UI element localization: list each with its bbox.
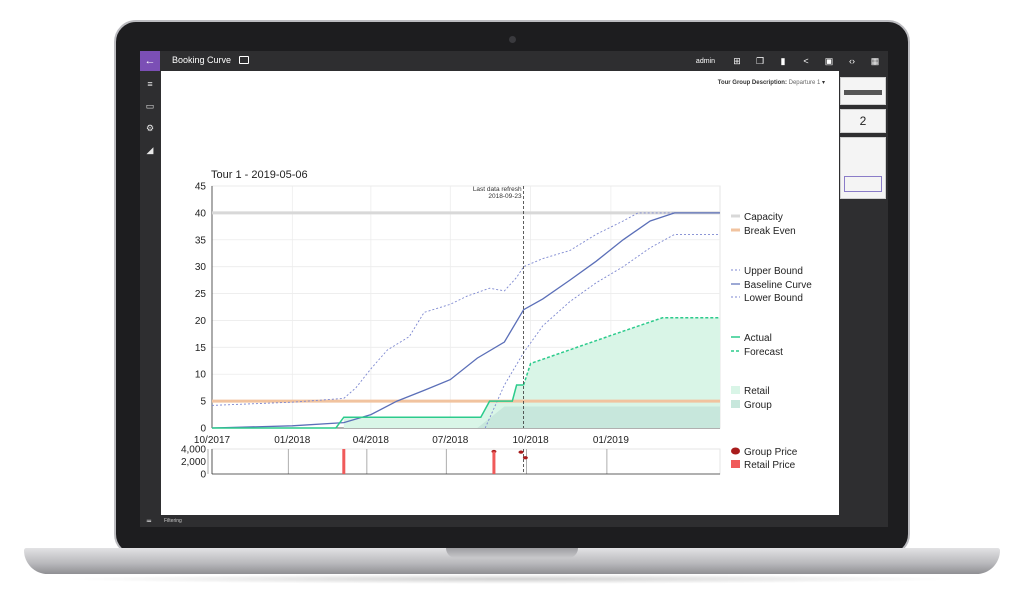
back-arrow-icon[interactable]: ←	[140, 51, 160, 71]
y-tick-label: 35	[195, 235, 207, 246]
legend-label-baseline-curve: Baseline Curve	[744, 280, 812, 291]
group-area	[477, 406, 720, 428]
camera-icon	[509, 36, 516, 43]
legend-swatch-retail-price	[731, 460, 740, 468]
app-screen: ← Booking Curve admin ⊞ ❐ ▮ < ▣ ‹› ▦ ≡ ▭…	[140, 51, 888, 527]
style-icon[interactable]: ◢	[145, 145, 155, 155]
retail-price-bar	[342, 449, 346, 474]
y-tick-label: 30	[195, 262, 207, 273]
filter-bar-label: Filtering	[164, 518, 182, 524]
legend-label-break-even: Break Even	[744, 226, 796, 237]
thumbnail-preview	[844, 176, 882, 192]
present-icon[interactable]: ▣	[824, 56, 834, 66]
booking-curve-chart: 05101520253035404510/2017 01/2018 04/2018 0…	[181, 182, 812, 481]
legend-label-capacity: Capacity	[744, 212, 783, 223]
user-name[interactable]: admin	[696, 58, 715, 65]
legend-label-forecast: Forecast	[744, 347, 783, 358]
laptop-shadow	[60, 574, 964, 584]
page-title: Booking Curve	[172, 55, 232, 65]
page-thumbnail-1[interactable]	[840, 77, 886, 105]
group-price-point	[518, 450, 524, 454]
toolbar: admin ⊞ ❐ ▮ < ▣ ‹› ▦	[696, 51, 880, 71]
left-rail: ≡ ▭ ⚙ ◢	[140, 71, 160, 515]
x-tick-label: 10/2018	[513, 435, 550, 446]
legend-swatch-group	[731, 400, 740, 408]
legend-label-upper-bound: Upper Bound	[744, 266, 803, 277]
group-price-point	[522, 456, 528, 460]
y-tick-label: 5	[200, 397, 206, 408]
x-tick-label: 01/2018	[274, 435, 311, 446]
thumbnail-preview	[844, 90, 882, 95]
dashboard-canvas: Tour Group Description: Departure 1 ▾ To…	[161, 71, 839, 515]
legend-label-retail-price: Retail Price	[744, 460, 796, 471]
page-thumbnails: 2	[839, 71, 888, 515]
x-tick-label: 04/2018	[353, 435, 390, 446]
legend-swatch-group-price	[731, 447, 740, 455]
page-thumbnail-2[interactable]: 2	[840, 109, 886, 133]
filter-bar[interactable]: ≂ Filtering	[140, 515, 888, 527]
delete-icon[interactable]: ▮	[778, 56, 788, 66]
y-tick-label: 20	[195, 316, 207, 327]
y-tick-label: 0	[200, 424, 206, 435]
y-tick-label: 10	[195, 370, 207, 381]
add-icon[interactable]: ⊞	[732, 56, 742, 66]
copy-icon[interactable]: ❐	[755, 56, 765, 66]
legend-label-retail: Retail	[744, 386, 770, 397]
y-tick-label: 45	[195, 182, 207, 193]
thumbnail-page-number: 2	[859, 114, 867, 128]
refresh-annotation-date: 2018-09-23	[488, 193, 522, 200]
x-tick-label: 01/2019	[593, 435, 630, 446]
legend-label-lower-bound: Lower Bound	[744, 293, 803, 304]
legend-swatch-retail	[731, 386, 740, 394]
laptop-notch	[446, 548, 578, 558]
code-icon[interactable]: ‹›	[847, 56, 857, 66]
grid-icon[interactable]: ▦	[870, 56, 880, 66]
top-bar: ← Booking Curve admin ⊞ ❐ ▮ < ▣ ‹› ▦	[140, 51, 888, 71]
price-y-tick-label: 4,000	[181, 445, 206, 456]
database-icon[interactable]: ≡	[145, 79, 155, 89]
y-tick-label: 15	[195, 343, 207, 354]
y-tick-label: 40	[195, 208, 207, 219]
page-thumbnail-3[interactable]	[840, 137, 886, 199]
y-tick-label: 25	[195, 289, 207, 300]
retail-price-bar	[492, 451, 496, 474]
x-tick-label: 07/2018	[432, 435, 469, 446]
legend-label-actual: Actual	[744, 333, 772, 344]
legend-label-group: Group	[744, 400, 772, 411]
legend-label-group-price: Group Price	[744, 447, 798, 458]
price-y-tick-label: 2,000	[181, 457, 206, 468]
comment-icon[interactable]	[239, 56, 249, 64]
share-icon[interactable]: <	[801, 56, 811, 66]
gear-icon[interactable]: ⚙	[145, 123, 155, 133]
widget-icon[interactable]: ▭	[145, 101, 155, 111]
price-y-tick-label: 0	[200, 470, 206, 481]
refresh-annotation-label: Last data refresh	[473, 186, 522, 193]
filter-icon[interactable]: ≂	[146, 517, 152, 525]
